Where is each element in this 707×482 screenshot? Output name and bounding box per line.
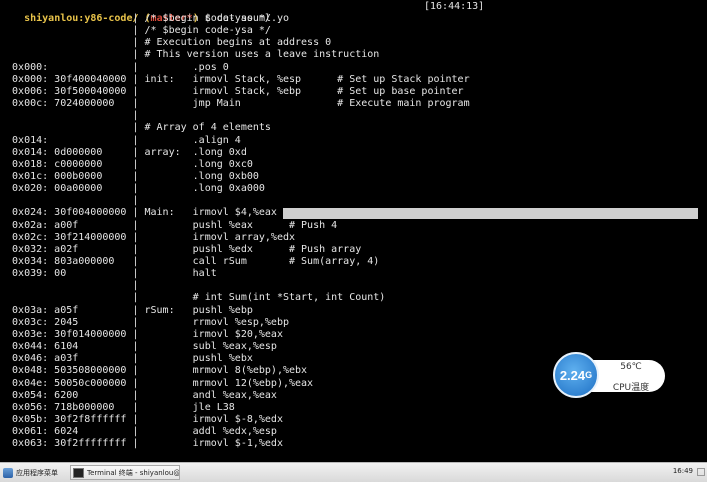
terminal-output-line: 0x024: 30f004000000 | Main: irmovl $4,%e… — [0, 207, 277, 219]
cpu-speed-gauge-icon: 2.24 G — [553, 352, 599, 398]
terminal-output-line: | # int Sum(int *Start, int Count) — [0, 292, 386, 304]
text-selection-highlight — [283, 208, 698, 219]
terminal-output-line: 0x03c: 2045 | rrmovl %esp,%ebp — [0, 316, 289, 328]
terminal-icon — [73, 467, 84, 478]
terminal-output-line: 0x01c: 000b0000 | .long 0xb00 — [0, 170, 259, 182]
terminal-output-line: | /* $begin code-yso */ — [0, 13, 271, 24]
cpu-speed-value: 2.24 — [559, 367, 586, 383]
cpu-monitor-widget[interactable]: 56℃ CPU温度 2.24 G — [553, 352, 665, 400]
taskbar-terminal-label: Terminal 终端 - shiyanlou@... — [87, 468, 180, 477]
terminal-output-line: 0x000: 30f400040000 | init: irmovl Stack… — [0, 73, 470, 85]
applications-menu-button[interactable]: 应用程序菜单 — [3, 466, 58, 480]
taskbar: 应用程序菜单 Terminal 终端 - shiyanlou@... 16:49 — [0, 462, 707, 482]
terminal-output-line: 0x048: 503508000000 | mrmovl 8(%ebp),%eb… — [0, 365, 308, 377]
terminal-output-line: 0x02c: 30f214000000 | irmovl array,%edx — [0, 231, 296, 243]
terminal-output-line: | /* $begin code-ysa */ — [0, 25, 271, 37]
applications-menu-icon — [3, 468, 13, 478]
terminal-output-line: 0x020: 00a00000 | .long 0xa000 — [0, 183, 265, 195]
show-desktop-icon[interactable] — [697, 468, 705, 476]
terminal-output-line: 0x018: c0000000 | .long 0xc0 — [0, 158, 253, 170]
prompt-clock: [16:44:13] — [424, 1, 485, 12]
terminal-output-line: | # This version uses a leave instructio… — [0, 49, 380, 61]
terminal-output-line: 0x032: a02f | pushl %edx # Push array — [0, 243, 362, 255]
terminal-output-line: 0x034: 803a000000 | call rSum # Sum(arra… — [0, 256, 380, 267]
terminal-output-line: 0x000: | .pos 0 — [0, 61, 229, 73]
terminal-output-line: 0x00c: 7024000000 | jmp Main # Execute m… — [0, 98, 470, 110]
terminal-output-line: 0x014: 0d000000 | array: .long 0xd — [0, 146, 247, 158]
taskbar-terminal-button[interactable]: Terminal 终端 - shiyanlou@... — [70, 465, 180, 480]
terminal-output-line: 0x02a: a00f | pushl %eax # Push 4 — [0, 219, 338, 231]
terminal-output-line: | # Array of 4 elements — [0, 122, 271, 134]
shell-prompt-line: shiyanlou:y86-code/ (master*) $ cat asum… — [0, 1, 289, 24]
terminal-output-line: 0x044: 6104 | subl %eax,%esp — [0, 341, 277, 353]
applications-menu-label: 应用程序菜单 — [16, 469, 58, 477]
terminal-output-line: | — [0, 280, 139, 292]
terminal-output-line: 0x063: 30f2ffffffff | irmovl $-1,%edx — [0, 438, 283, 450]
terminal-output-line: 0x054: 6200 | andl %eax,%eax — [0, 389, 277, 401]
terminal-output-line: 0x014: | .align 4 — [0, 134, 241, 146]
terminal-output-line: 0x056: 718b000000 | jle L38 — [0, 401, 235, 413]
terminal-output-line: 0x006: 30f500040000 | irmovl Stack, %ebp… — [0, 85, 464, 97]
cpu-speed-unit: G — [585, 370, 593, 380]
terminal-output-line: 0x03a: a05f | rSum: pushl %ebp — [0, 304, 253, 316]
terminal-output-line: 0x05b: 30f2f8ffffff | irmovl $-8,%edx — [0, 413, 283, 425]
tray-clock: 16:49 — [672, 467, 693, 475]
terminal-output-line: 0x03e: 30f014000000 | irmovl $20,%eax — [0, 328, 283, 340]
terminal-output-line: 0x061: 6024 | addl %edx,%esp — [0, 426, 277, 438]
terminal-output-line: | — [0, 195, 139, 207]
terminal-output-line: | — [0, 110, 139, 122]
terminal-output-line: 0x04e: 50050c000000 | mrmovl 12(%ebp),%e… — [0, 377, 314, 389]
terminal-output-line: 0x046: a03f | pushl %ebx — [0, 353, 253, 365]
cpu-temperature: 56℃ — [620, 362, 642, 372]
terminal-output-line: | # Execution begins at address 0 — [0, 37, 332, 49]
cpu-temperature-label: CPU温度 — [612, 383, 650, 393]
terminal-output-line: 0x039: 00 | halt — [0, 268, 217, 280]
